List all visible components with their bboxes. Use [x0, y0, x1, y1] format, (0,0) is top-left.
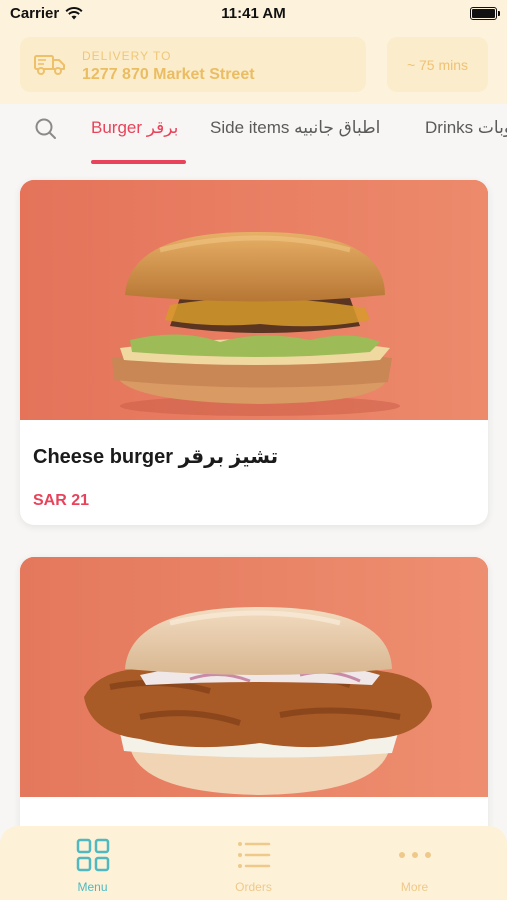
active-tab-indicator: [91, 160, 186, 164]
eta-text: ~ 75 mins: [406, 56, 469, 73]
more-dots-icon: [398, 852, 431, 858]
delivery-address: 1277 870 Market Street: [82, 66, 255, 83]
product-card[interactable]: [20, 557, 488, 857]
tab-drinks[interactable]: Drinks مشروبات: [425, 118, 507, 138]
nav-item-more[interactable]: More: [330, 826, 499, 900]
product-card[interactable]: Cheese burger تشيز برقر SAR 21: [20, 180, 488, 525]
product-name: Cheese burger تشيز برقر: [33, 446, 279, 468]
status-bar: Carrier 11:41 AM: [0, 0, 507, 30]
tab-side-items[interactable]: Side items اطباق جانبيه: [210, 118, 380, 138]
search-icon[interactable]: [33, 116, 59, 142]
delivery-label: DELIVERY TO: [82, 49, 172, 63]
nav-item-orders[interactable]: Orders: [169, 826, 338, 900]
status-time: 11:41 AM: [221, 5, 286, 22]
category-tabs: Burger برقر Side items اطباق جانبيه Drin…: [0, 104, 507, 164]
eta-badge: ~ 75 mins: [387, 37, 488, 92]
chicken-burger-image: [20, 557, 488, 797]
grid-icon: [76, 838, 109, 872]
nav-label-orders: Orders: [235, 880, 272, 894]
list-icon: [237, 842, 270, 868]
delivery-address-button[interactable]: DELIVERY TO 1277 870 Market Street: [20, 37, 366, 92]
delivery-truck-icon: [34, 55, 65, 75]
cheese-burger-image: [20, 180, 488, 420]
nav-item-menu[interactable]: Menu: [8, 826, 177, 900]
nav-label-menu: Menu: [77, 880, 108, 894]
bottom-navigation: Menu Orders More: [0, 826, 507, 900]
delivery-header: DELIVERY TO 1277 870 Market Street ~ 75 …: [0, 30, 507, 104]
battery-icon: [470, 7, 500, 20]
product-price: SAR 21: [33, 492, 90, 509]
nav-label-more: More: [400, 880, 429, 894]
tab-burger[interactable]: Burger برقر: [91, 118, 178, 138]
